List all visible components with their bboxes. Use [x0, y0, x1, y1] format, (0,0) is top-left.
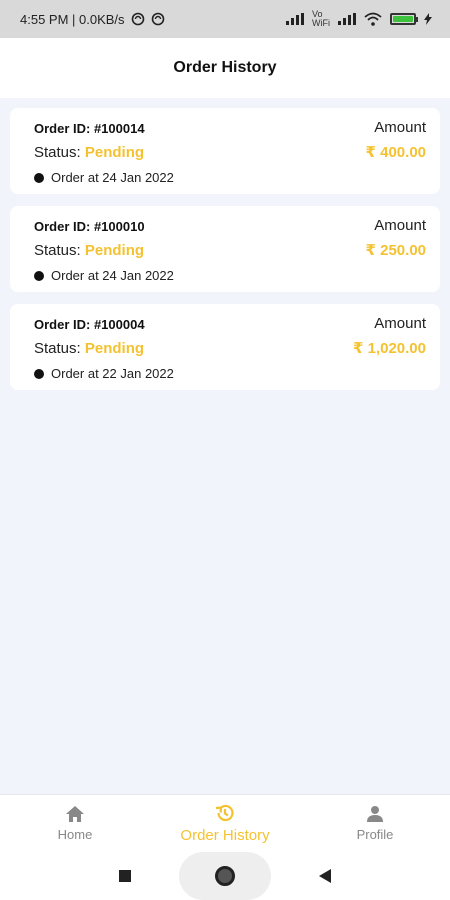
home-circle-icon: [215, 866, 235, 886]
status-bar: 4:55 PM | 0.0KB/s Vo WiFi: [0, 0, 450, 38]
sync-icon: [151, 12, 164, 26]
page-title: Order History: [173, 59, 277, 76]
amount-label: Amount: [374, 217, 426, 234]
amount-label: Amount: [374, 315, 426, 332]
status-bar-left: 4:55 PM | 0.0KB/s: [20, 12, 165, 27]
order-card[interactable]: Order ID: #100004 Amount Status: Pending…: [10, 304, 440, 390]
nav-item-order-history[interactable]: Order History: [150, 803, 300, 844]
bullet-dot-icon: [34, 172, 44, 183]
nav-item-home[interactable]: Home: [0, 805, 150, 842]
order-date: Order at 24 Jan 2022: [51, 170, 174, 185]
amount-label: Amount: [374, 119, 426, 136]
order-card[interactable]: Order ID: #100014 Amount Status: Pending…: [10, 108, 440, 194]
system-home-button[interactable]: [179, 852, 271, 900]
order-date: Order at 24 Jan 2022: [51, 268, 174, 283]
order-id: Order ID: #100010: [34, 219, 145, 234]
status-label: Status:: [34, 241, 85, 259]
nav-label-home: Home: [57, 827, 93, 842]
signal-icon: [338, 13, 356, 25]
order-amount: ₹ 250.00: [365, 242, 426, 259]
order-card[interactable]: Order ID: #100010 Amount Status: Pending…: [10, 206, 440, 292]
nav-label-order-history: Order History: [180, 827, 270, 844]
order-status: Status: Pending: [34, 340, 144, 357]
nav-item-profile[interactable]: Profile: [300, 805, 450, 842]
bullet-dot-icon: [34, 368, 44, 379]
sync-icon: [131, 12, 144, 26]
vowifi-indicator: Vo WiFi: [312, 10, 330, 28]
back-icon[interactable]: [319, 869, 331, 883]
order-list: Order ID: #100014 Amount Status: Pending…: [10, 108, 440, 402]
history-icon: [215, 804, 234, 822]
status-value: Pending: [84, 241, 145, 259]
order-date: Order at 22 Jan 2022: [51, 366, 174, 381]
home-icon: [66, 806, 84, 822]
order-status: Status: Pending: [34, 242, 144, 259]
status-value: Pending: [84, 143, 145, 161]
charging-icon: [424, 13, 432, 25]
app-header: Order History: [0, 38, 450, 98]
status-label: Status:: [34, 143, 85, 161]
signal-icon: [286, 13, 304, 25]
wifi-label: WiFi: [312, 18, 330, 28]
order-amount: ₹ 400.00: [365, 144, 426, 161]
order-id: Order ID: #100004: [34, 317, 145, 332]
nav-label-profile: Profile: [356, 827, 394, 842]
battery-icon: [390, 13, 418, 25]
status-value: Pending: [84, 339, 145, 357]
order-id: Order ID: #100014: [34, 121, 145, 136]
bottom-nav: Home Order History Profile: [0, 794, 450, 852]
status-bar-right: Vo WiFi: [286, 10, 432, 28]
order-amount: ₹ 1,020.00: [353, 340, 426, 357]
status-time-network: 4:55 PM | 0.0KB/s: [20, 11, 125, 27]
person-icon: [367, 806, 383, 822]
status-label: Status:: [34, 339, 85, 357]
wifi-icon: [364, 12, 382, 26]
system-nav-bar: [0, 852, 450, 900]
recents-icon[interactable]: [119, 870, 131, 882]
bullet-dot-icon: [34, 270, 44, 281]
order-status: Status: Pending: [34, 144, 144, 161]
